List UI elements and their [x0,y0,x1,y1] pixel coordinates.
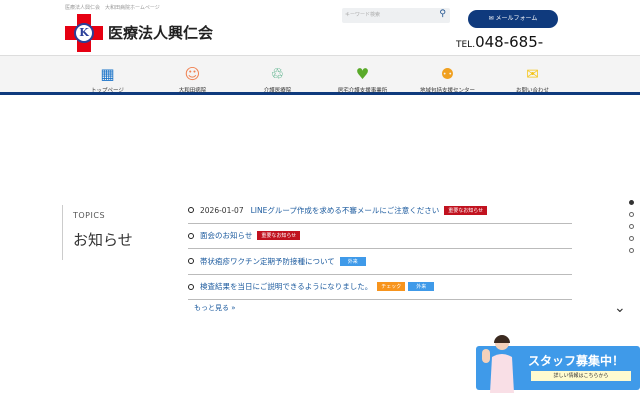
banner-title: スタッフ募集中！ [528,354,625,368]
main-nav: ▦ トップページ ☺ 大和田病院 ♲ 介護医療院 ♥ 居宅介護支援事業所 ⚉ 地域包括支援センター… [0,55,640,95]
search-input[interactable]: キーワード検索 ⚲ [342,8,450,23]
mail-icon: ✉ [526,65,539,83]
topics-label: TOPICS [73,211,106,220]
nav-item-1[interactable]: ☺ 大和田病院 [150,56,235,94]
divider [62,205,63,260]
mail-form-button[interactable]: ✉ メールフォーム [468,10,558,28]
news-title[interactable]: 検査結果を当日にご説明できるようになりました。 [200,281,372,292]
bullet-icon [188,207,194,214]
nav-item-0[interactable]: ▦ トップページ [65,56,150,94]
pager-dot[interactable] [629,212,634,217]
chevron-down-icon[interactable]: ⌄ [614,300,626,316]
category-tag: 重要なお知らせ [257,231,301,241]
logo[interactable]: K [65,14,103,52]
pager-dot[interactable] [629,248,634,253]
pager-dot[interactable] [629,236,634,241]
category-tag: 重要なお知らせ [444,205,488,215]
news-list: 2026-01-07 LINEグループ作成を求める不審メールにご注意ください 重要な… [188,198,572,300]
list-item[interactable]: 検査結果を当日にご説明できるようになりました。 チェック 外来 [188,275,572,300]
bullet-icon [188,258,194,265]
care-icon: ♲ [270,65,285,83]
news-date: 2026-01-07 [200,205,244,215]
category-tag: 外来 [408,282,435,292]
banner-subtitle: 詳しい情報はこちらから [531,371,631,381]
heart-hands-icon: ♥ [355,65,370,83]
nav-item-2[interactable]: ♲ 介護医療院 [235,56,320,94]
pager-dot[interactable] [629,224,634,229]
list-item[interactable]: 2026-01-07 LINEグループ作成を求める不審メールにご注意ください 重要な… [188,198,572,224]
people-icon: ⚉ [440,65,455,83]
news-title[interactable]: 面会のお知らせ [200,230,252,241]
list-item[interactable]: 面会のお知らせ 重要なお知らせ [188,224,572,249]
category-tag: 外来 [339,256,366,266]
bullet-icon [188,283,194,290]
nav-item-3[interactable]: ♥ 居宅介護支援事業所 [320,56,405,94]
org-name[interactable]: 医療法人興仁会 [108,22,213,43]
category-tag: チェック [377,282,406,292]
news-title[interactable]: 帯状疱疹ワクチン定期予防接種について [200,256,335,267]
mail-icon: ✉ [488,15,496,22]
list-item[interactable]: 帯状疱疹ワクチン定期予防接種について 外来 [188,249,572,275]
search-icon[interactable]: ⚲ [439,9,446,19]
pager-dot[interactable] [629,200,634,205]
doctor-icon: ☺ [184,65,201,83]
nurse-image [482,335,514,393]
news-title[interactable]: LINEグループ作成を求める不審メールにご注意ください [251,205,440,216]
nav-item-5[interactable]: ✉ お問い合わせ [490,56,575,94]
site-tagline: 医療法人興仁会 大和田病院ホームページ [65,5,160,11]
nav-item-4[interactable]: ⚉ 地域包括支援センター [405,56,490,94]
section-title: お知らせ [73,231,133,249]
more-link[interactable]: もっと見る » [194,303,236,313]
hospital-icon: ▦ [100,65,115,83]
bullet-icon [188,232,194,239]
